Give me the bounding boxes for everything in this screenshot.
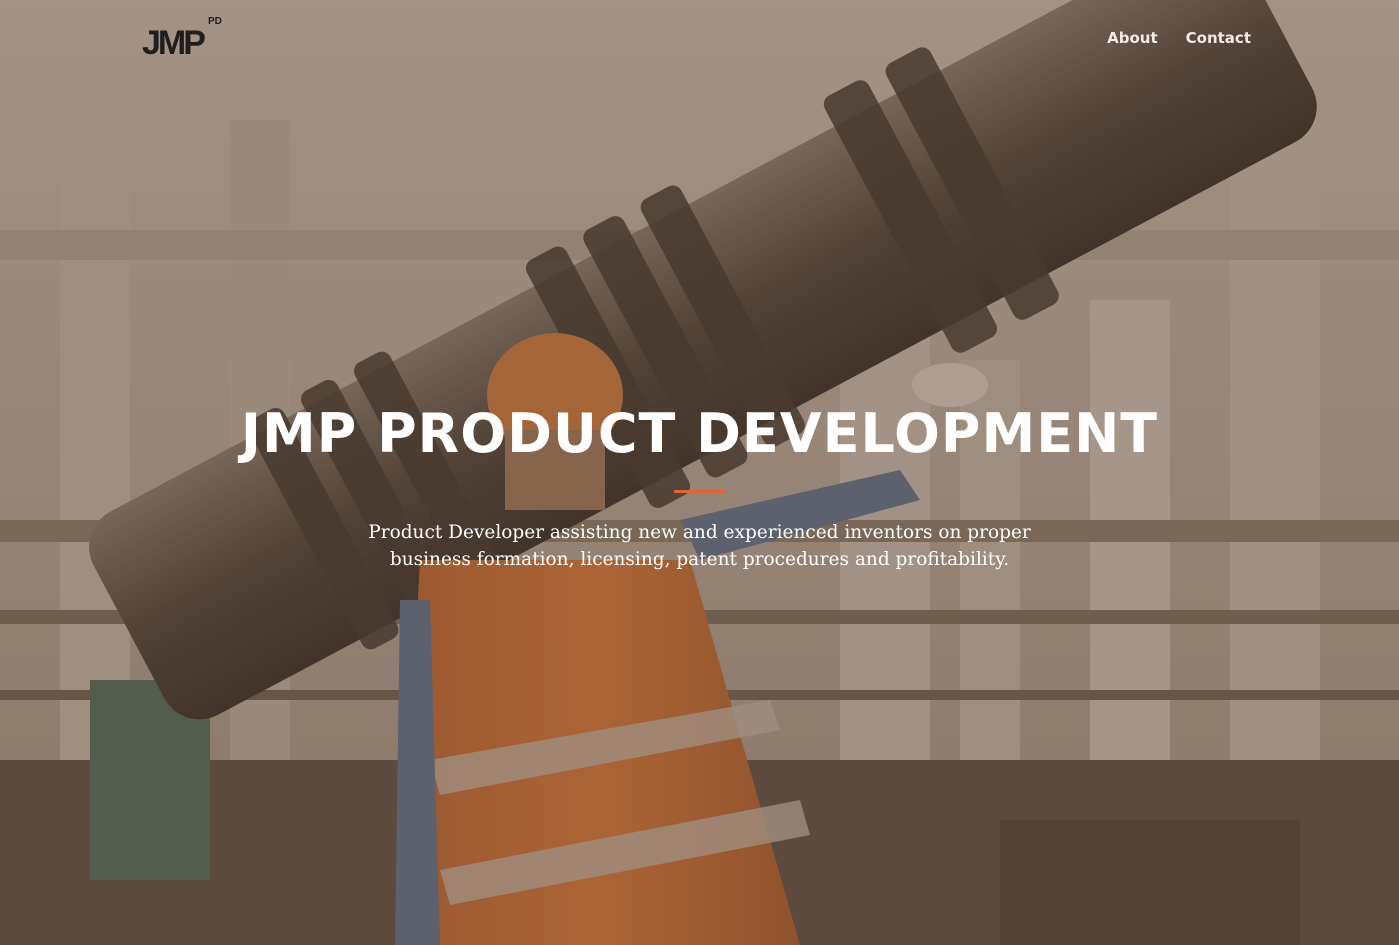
site-logo[interactable]: JMP PD [140, 16, 226, 64]
title-divider [673, 490, 726, 493]
hero-section: JMP PD About Contact JMP PRODUCT DEVELOP… [0, 0, 1399, 945]
nav-link-contact[interactable]: Contact [1186, 29, 1251, 47]
hero-title: JMP PRODUCT DEVELOPMENT [240, 402, 1159, 465]
nav-links: About Contact [1107, 29, 1251, 47]
logo-text: JMP [142, 24, 206, 62]
hero-subtitle: Product Developer assisting new and expe… [368, 522, 1031, 570]
hero-content: JMP PRODUCT DEVELOPMENT Product Develope… [0, 400, 1399, 573]
navbar: JMP PD About Contact [0, 0, 1399, 78]
nav-link-about[interactable]: About [1107, 29, 1158, 47]
logo-superscript: PD [208, 16, 222, 27]
